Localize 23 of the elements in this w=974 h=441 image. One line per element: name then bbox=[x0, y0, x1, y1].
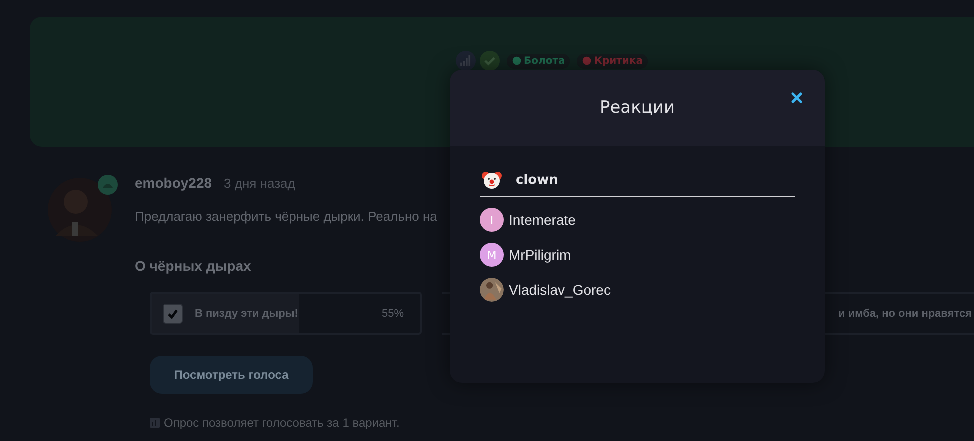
dialog-title: Реакции bbox=[600, 98, 676, 118]
reaction-tab[interactable]: clown bbox=[480, 170, 795, 197]
tag[interactable]: Болота bbox=[507, 54, 570, 68]
tag-icon bbox=[582, 56, 592, 66]
check-icon bbox=[167, 308, 179, 320]
check-icon bbox=[480, 51, 500, 71]
close-button[interactable] bbox=[789, 90, 805, 106]
poll-title: О чёрных дырах bbox=[135, 258, 252, 274]
post-text: Предлагаю занерфить чёрные дырки. Реально на bbox=[135, 209, 438, 224]
user-name[interactable]: Vladislav_Gorec bbox=[509, 282, 611, 298]
poll-option[interactable]: В пизду эти дыры! 55% bbox=[150, 292, 422, 335]
tag-icon bbox=[512, 56, 522, 66]
user-avatar: M bbox=[480, 243, 504, 267]
user-name[interactable]: MrPiligrim bbox=[509, 247, 572, 263]
view-votes-button[interactable]: Посмотреть голоса bbox=[150, 356, 313, 394]
author-name[interactable]: emoboy228 bbox=[135, 175, 212, 191]
post-time: 3 дня назад bbox=[224, 176, 296, 191]
checkbox[interactable] bbox=[163, 304, 183, 324]
user-avatar: I bbox=[480, 208, 504, 232]
clown-icon bbox=[482, 170, 502, 190]
chart-icon bbox=[150, 418, 160, 428]
poll-note: Опрос позволяет голосовать за 1 вариант. bbox=[164, 416, 400, 430]
user-name[interactable]: Intemerate bbox=[509, 212, 576, 228]
